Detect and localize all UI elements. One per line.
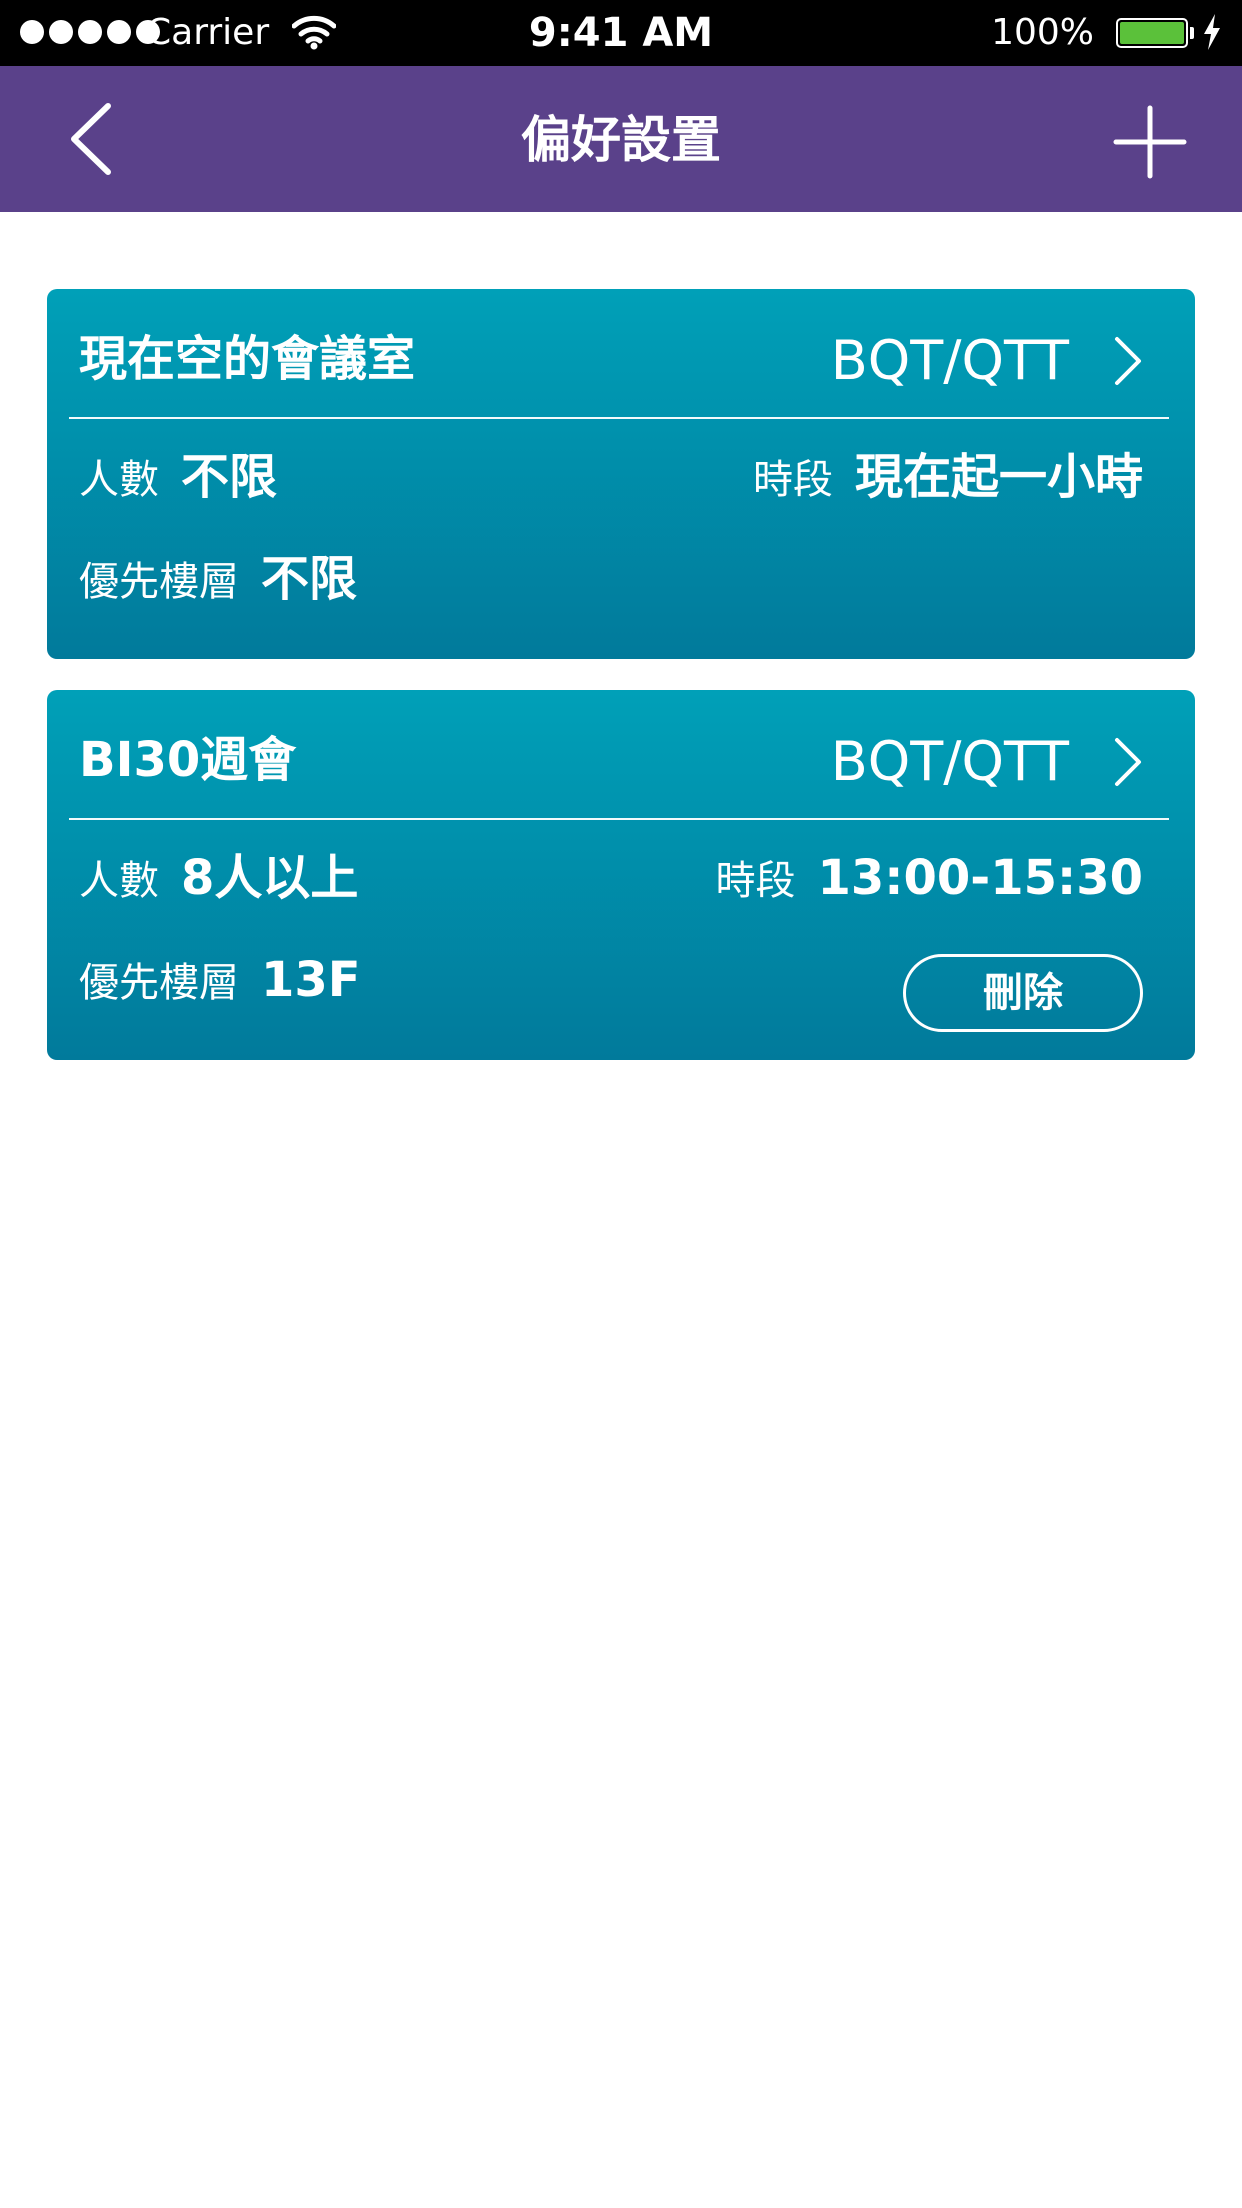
card-title: BI30週會 xyxy=(79,732,297,788)
time-value: 現在起一小時 xyxy=(854,449,1143,505)
card-header-link[interactable]: 現在空的會議室 BQT/QTT xyxy=(47,289,1195,417)
people-label: 人數 xyxy=(79,858,159,904)
battery-cap xyxy=(1190,27,1194,39)
preference-card: 現在空的會議室 BQT/QTT 人數 不限 時段 現在起一小時 優先樓層 不限 xyxy=(47,289,1195,659)
card-title: 現在空的會議室 xyxy=(79,331,416,387)
preference-card: BI30週會 BQT/QTT 人數 8人以上 時段 13:00-15:30 優先… xyxy=(47,690,1195,1060)
plus-icon[interactable] xyxy=(1112,104,1188,180)
page-title: 偏好設置 xyxy=(521,111,721,169)
people-value: 不限 xyxy=(181,449,278,505)
floor-value: 13F xyxy=(261,952,361,1008)
floor-label: 優先樓層 xyxy=(79,559,239,605)
people-field: 人數 不限 xyxy=(79,449,277,505)
battery-level xyxy=(1120,22,1184,44)
people-label: 人數 xyxy=(79,457,159,503)
time-label: 時段 xyxy=(752,457,833,503)
time-label: 時段 xyxy=(715,858,796,904)
floor-field: 優先樓層 13F xyxy=(79,952,361,1008)
battery-percent: 100% xyxy=(991,12,1094,53)
time-field: 時段 現在起一小時 xyxy=(753,449,1143,505)
floor-label: 優先樓層 xyxy=(79,960,239,1006)
battery-icon xyxy=(1116,18,1188,48)
delete-button[interactable]: 刪除 xyxy=(903,954,1143,1032)
navigation-bar: 偏好設置 xyxy=(0,66,1242,212)
charging-bolt-icon xyxy=(1204,14,1220,50)
card-divider xyxy=(69,818,1169,820)
chevron-right-icon xyxy=(1115,738,1141,786)
card-building: BQT/QTT xyxy=(830,730,1069,793)
status-bar: Carrier 9:41 AM 100% xyxy=(0,0,1242,66)
floor-value: 不限 xyxy=(261,551,358,607)
time-value: 13:00-15:30 xyxy=(817,850,1144,906)
chevron-right-icon xyxy=(1115,337,1141,385)
card-building: BQT/QTT xyxy=(830,329,1069,392)
people-field: 人數 8人以上 xyxy=(79,850,358,906)
card-header-link[interactable]: BI30週會 BQT/QTT xyxy=(47,690,1195,818)
time-field: 時段 13:00-15:30 xyxy=(716,850,1144,906)
floor-field: 優先樓層 不限 xyxy=(79,551,357,607)
people-value: 8人以上 xyxy=(181,850,359,906)
card-divider xyxy=(69,417,1169,419)
